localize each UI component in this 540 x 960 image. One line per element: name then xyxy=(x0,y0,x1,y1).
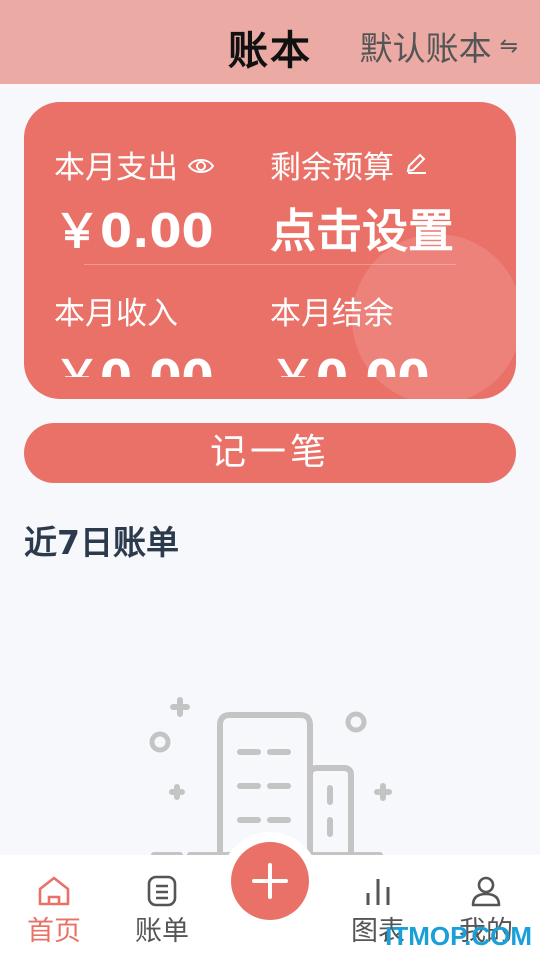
app-header: 账本 默认账本 ⇋ xyxy=(0,0,540,84)
bill-icon xyxy=(147,875,177,907)
record-entry-button[interactable]: 记一笔 xyxy=(24,423,516,483)
budget-label: 剩余预算 xyxy=(270,150,394,186)
balance-value: ￥0.00 xyxy=(270,350,430,377)
eye-icon[interactable] xyxy=(187,147,215,183)
book-switcher[interactable]: 默认账本 ⇋ xyxy=(360,22,518,70)
budget-summary[interactable]: 剩余预算 点击设置 xyxy=(270,142,454,261)
income-label: 本月收入 xyxy=(54,296,178,332)
monthly-summary-card: 本月支出 ￥0.00 剩余预算 点击设置 本月收入 ￥0.00 本月结余 ￥0.… xyxy=(24,102,516,399)
user-icon xyxy=(471,876,501,907)
expense-value: ￥0.00 xyxy=(54,204,214,258)
income-value: ￥0.00 xyxy=(54,350,214,377)
plus-icon xyxy=(252,863,288,899)
card-divider xyxy=(84,264,456,265)
home-icon xyxy=(38,876,70,906)
budget-set-link[interactable]: 点击设置 xyxy=(270,195,454,261)
expense-summary: 本月支出 ￥0.00 xyxy=(54,142,215,261)
balance-summary: 本月结余 ￥0.00 xyxy=(270,288,430,377)
chart-icon xyxy=(366,879,390,905)
tab-home[interactable]: 首页 xyxy=(4,875,104,948)
tab-bill[interactable]: 账单 xyxy=(112,875,212,948)
site-watermark: ITMOP.COM xyxy=(385,921,532,951)
edit-icon[interactable] xyxy=(404,147,428,183)
income-summary: 本月收入 ￥0.00 xyxy=(54,288,214,377)
swap-icon: ⇋ xyxy=(499,33,518,59)
balance-label: 本月结余 xyxy=(270,296,394,332)
book-name: 默认账本 xyxy=(359,29,492,68)
tab-home-label: 首页 xyxy=(27,916,81,947)
expense-label: 本月支出 xyxy=(54,150,178,186)
tab-bill-label: 账单 xyxy=(135,916,189,947)
add-record-button[interactable] xyxy=(231,842,309,920)
recent-bills-title: 近7日账单 xyxy=(24,523,179,562)
